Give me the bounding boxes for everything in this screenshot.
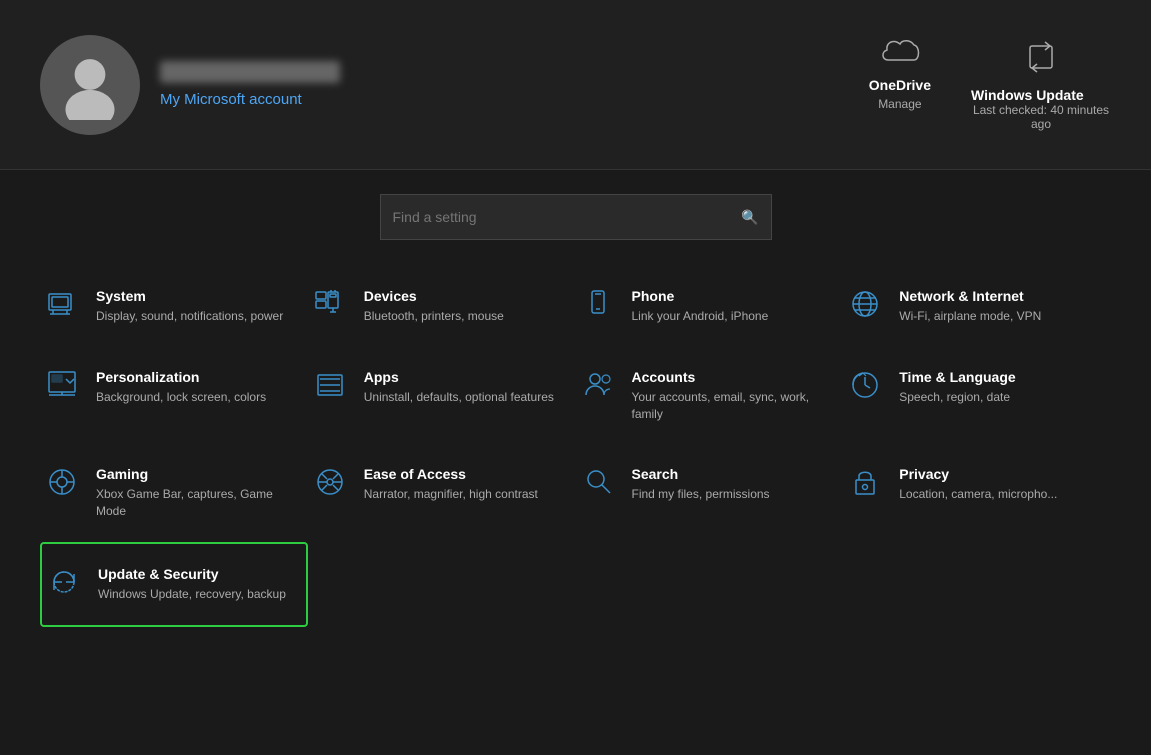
- setting-item-update[interactable]: Update & Security Windows Update, recove…: [40, 542, 308, 627]
- devices-desc: Bluetooth, printers, mouse: [364, 308, 504, 325]
- search-text: Search Find my files, permissions: [632, 466, 770, 503]
- search-bar-area: 🔍: [0, 170, 1151, 256]
- update-desc: Windows Update, recovery, backup: [98, 586, 286, 603]
- ease-desc: Narrator, magnifier, high contrast: [364, 486, 538, 503]
- search-input[interactable]: [393, 209, 734, 225]
- phone-desc: Link your Android, iPhone: [632, 308, 769, 325]
- network-icon: [847, 288, 883, 320]
- network-title: Network & Internet: [899, 288, 1041, 304]
- time-desc: Speech, region, date: [899, 389, 1015, 406]
- phone-text: Phone Link your Android, iPhone: [632, 288, 769, 325]
- personalization-desc: Background, lock screen, colors: [96, 389, 266, 406]
- apps-icon: [312, 369, 348, 401]
- accounts-icon: [580, 369, 616, 401]
- windows-update-icon: [1022, 38, 1060, 83]
- network-text: Network & Internet Wi-Fi, airplane mode,…: [899, 288, 1041, 325]
- setting-item-devices[interactable]: Devices Bluetooth, printers, mouse: [308, 266, 576, 347]
- user-section: My Microsoft account: [40, 35, 869, 135]
- setting-item-network[interactable]: Network & Internet Wi-Fi, airplane mode,…: [843, 266, 1111, 347]
- onedrive-title: OneDrive: [869, 77, 931, 93]
- search-icon[interactable]: 🔍: [741, 209, 758, 226]
- apps-desc: Uninstall, defaults, optional features: [364, 389, 554, 406]
- setting-item-ease[interactable]: Ease of Access Narrator, magnifier, high…: [308, 444, 576, 542]
- devices-title: Devices: [364, 288, 504, 304]
- privacy-text: Privacy Location, camera, micropho...: [899, 466, 1057, 503]
- update-title: Update & Security: [98, 566, 286, 582]
- onedrive-item[interactable]: OneDrive Manage: [869, 38, 931, 131]
- setting-item-gaming[interactable]: Gaming Xbox Game Bar, captures, Game Mod…: [40, 444, 308, 542]
- phone-icon: [580, 288, 616, 320]
- gaming-text: Gaming Xbox Game Bar, captures, Game Mod…: [96, 466, 292, 520]
- setting-item-accounts[interactable]: Accounts Your accounts, email, sync, wor…: [576, 347, 844, 445]
- user-info: My Microsoft account: [160, 61, 340, 109]
- setting-item-phone[interactable]: Phone Link your Android, iPhone: [576, 266, 844, 347]
- ease-title: Ease of Access: [364, 466, 538, 482]
- search-desc: Find my files, permissions: [632, 486, 770, 503]
- personalization-title: Personalization: [96, 369, 266, 385]
- avatar: [40, 35, 140, 135]
- apps-text: Apps Uninstall, defaults, optional featu…: [364, 369, 554, 406]
- windows-update-sub: Last checked: 40 minutes ago: [971, 103, 1111, 131]
- privacy-desc: Location, camera, micropho...: [899, 486, 1057, 503]
- header-items: OneDrive Manage Windows Update Last chec…: [869, 38, 1111, 131]
- personalization-text: Personalization Background, lock screen,…: [96, 369, 266, 406]
- setting-item-search[interactable]: Search Find my files, permissions: [576, 444, 844, 542]
- setting-item-time[interactable]: Time & Language Speech, region, date: [843, 347, 1111, 445]
- windows-update-item[interactable]: Windows Update Last checked: 40 minutes …: [971, 38, 1111, 131]
- devices-icon: [312, 288, 348, 320]
- search-box: 🔍: [380, 194, 772, 240]
- network-desc: Wi-Fi, airplane mode, VPN: [899, 308, 1041, 325]
- setting-item-apps[interactable]: Apps Uninstall, defaults, optional featu…: [308, 347, 576, 445]
- system-desc: Display, sound, notifications, power: [96, 308, 283, 325]
- time-text: Time & Language Speech, region, date: [899, 369, 1015, 406]
- onedrive-icon: [880, 38, 920, 73]
- time-title: Time & Language: [899, 369, 1015, 385]
- privacy-title: Privacy: [899, 466, 1057, 482]
- privacy-icon: [847, 466, 883, 498]
- setting-item-personalization[interactable]: Personalization Background, lock screen,…: [40, 347, 308, 445]
- microsoft-account-link[interactable]: My Microsoft account: [160, 91, 302, 108]
- setting-item-system[interactable]: System Display, sound, notifications, po…: [40, 266, 308, 347]
- user-name-blurred: [160, 61, 340, 83]
- onedrive-sub: Manage: [878, 97, 921, 111]
- update-icon: [46, 566, 82, 598]
- settings-grid: System Display, sound, notifications, po…: [0, 256, 1151, 637]
- accounts-title: Accounts: [632, 369, 828, 385]
- accounts-desc: Your accounts, email, sync, work, family: [632, 389, 828, 423]
- accounts-text: Accounts Your accounts, email, sync, wor…: [632, 369, 828, 423]
- header: My Microsoft account OneDrive Manage: [0, 0, 1151, 170]
- update-text: Update & Security Windows Update, recove…: [98, 566, 286, 603]
- devices-text: Devices Bluetooth, printers, mouse: [364, 288, 504, 325]
- gaming-title: Gaming: [96, 466, 292, 482]
- search-icon: [580, 466, 616, 498]
- system-text: System Display, sound, notifications, po…: [96, 288, 283, 325]
- ease-text: Ease of Access Narrator, magnifier, high…: [364, 466, 538, 503]
- phone-title: Phone: [632, 288, 769, 304]
- windows-update-title: Windows Update: [971, 87, 1084, 103]
- personalization-icon: [44, 369, 80, 401]
- search-title: Search: [632, 466, 770, 482]
- apps-title: Apps: [364, 369, 554, 385]
- setting-item-privacy[interactable]: Privacy Location, camera, micropho...: [843, 444, 1111, 542]
- gaming-icon: [44, 466, 80, 498]
- system-title: System: [96, 288, 283, 304]
- system-icon: [44, 288, 80, 320]
- gaming-desc: Xbox Game Bar, captures, Game Mode: [96, 486, 292, 520]
- time-icon: [847, 369, 883, 401]
- ease-icon: [312, 466, 348, 498]
